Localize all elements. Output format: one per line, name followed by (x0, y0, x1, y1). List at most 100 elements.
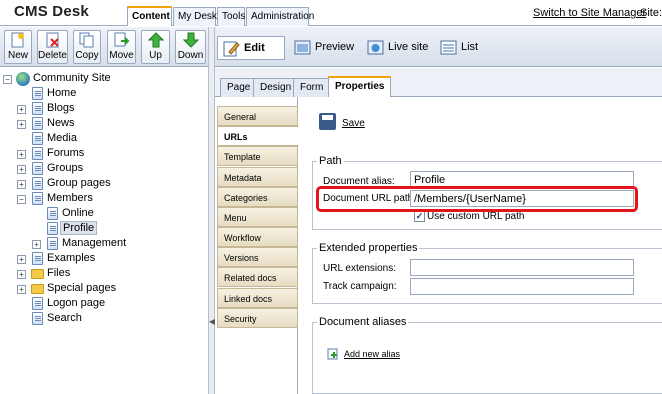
tab-my-desk[interactable]: My Desk (173, 7, 217, 26)
expand-icon[interactable]: + (17, 270, 26, 279)
save-icon (319, 113, 336, 130)
document-icon (47, 207, 58, 220)
tab-tools[interactable]: Tools (217, 7, 245, 26)
vtab-general[interactable]: General (217, 106, 298, 126)
down-button[interactable]: Down (175, 30, 206, 64)
expand-icon[interactable]: + (17, 105, 26, 114)
document-icon (32, 162, 43, 175)
tree-label: Forums (47, 147, 85, 159)
expand-icon[interactable]: + (17, 285, 26, 294)
tree-label: Management (62, 237, 127, 249)
vtab-metadata[interactable]: Metadata (217, 167, 298, 187)
live-site-icon (367, 39, 384, 56)
vtab-workflow[interactable]: Workflow (217, 227, 298, 247)
document-icon (32, 177, 43, 190)
vtab-menu[interactable]: Menu (217, 207, 298, 227)
vtab-security[interactable]: Security (217, 308, 298, 328)
globe-icon (16, 72, 30, 86)
arrow-up-icon (147, 32, 165, 49)
vtab-linked-docs[interactable]: Linked docs (217, 288, 298, 308)
mode-live-site-label: Live site (388, 41, 429, 53)
expand-icon[interactable]: + (17, 255, 26, 264)
delete-icon (44, 32, 62, 49)
tree-label-selected: Profile (60, 221, 98, 235)
tab-properties[interactable]: Properties (328, 76, 392, 97)
tab-page[interactable]: Page (220, 78, 258, 97)
expand-icon[interactable]: + (17, 120, 26, 129)
new-button[interactable]: New (4, 30, 32, 64)
document-icon (32, 252, 43, 265)
content-tree: − Community Site Home + Blogs + News Med… (0, 68, 208, 394)
header-bar: CMS Desk Content My Desk Tools Administr… (0, 0, 662, 26)
tree-label: Group pages (47, 177, 111, 189)
add-icon (327, 348, 339, 360)
mode-preview-label: Preview (315, 41, 355, 53)
folder-icon (31, 284, 44, 294)
pane-splitter[interactable] (208, 27, 215, 394)
down-button-label: Down (177, 50, 204, 61)
site-label: Site: (640, 7, 662, 19)
url-extensions-input[interactable] (410, 259, 634, 276)
tree-toolbar: New Delete Copy Move Up Down (0, 27, 208, 67)
mode-live-site-button[interactable]: Live site (362, 36, 432, 60)
edit-icon (223, 40, 240, 57)
collapse-icon[interactable]: − (3, 75, 12, 84)
arrow-down-icon (182, 32, 200, 49)
save-label: Save (342, 118, 365, 129)
document-icon (32, 147, 43, 160)
new-button-label: New (7, 50, 28, 61)
mode-list-button[interactable]: List (435, 36, 482, 60)
collapse-icon[interactable]: − (17, 195, 26, 204)
vtab-related-docs[interactable]: Related docs (217, 267, 298, 287)
vtab-categories[interactable]: Categories (217, 187, 298, 207)
delete-button[interactable]: Delete (37, 30, 68, 64)
document-icon (32, 297, 43, 310)
tab-content[interactable]: Content (127, 6, 172, 26)
tab-administration[interactable]: Administration (246, 7, 314, 26)
mode-preview-button[interactable]: Preview (289, 36, 358, 60)
expand-icon[interactable]: + (17, 150, 26, 159)
up-button-label: Up (149, 50, 162, 61)
move-button[interactable]: Move (107, 30, 136, 64)
save-button[interactable]: Save (319, 113, 379, 131)
tab-design[interactable]: Design (253, 78, 299, 97)
up-button[interactable]: Up (141, 30, 170, 64)
vtab-urls[interactable]: URLs (217, 126, 299, 146)
document-icon (32, 132, 43, 145)
list-icon (440, 39, 457, 56)
tree-label: Logon page (47, 297, 106, 309)
switch-to-site-manager-link[interactable]: Switch to Site Manager (533, 7, 646, 19)
tree-label: Home (47, 87, 77, 99)
tab-form[interactable]: Form (293, 78, 331, 97)
urls-content-panel: Save Path Document alias: Document URL p… (299, 97, 662, 394)
use-custom-url-path-label: Use custom URL path (427, 211, 525, 222)
vtab-template[interactable]: Template (217, 146, 298, 166)
copy-button[interactable]: Copy (73, 30, 101, 64)
preview-icon (294, 39, 311, 56)
edit-subtabs: Page Design Form Properties (215, 68, 662, 97)
move-button-label: Move (109, 50, 134, 61)
track-campaign-input[interactable] (410, 278, 634, 295)
expand-icon[interactable]: + (17, 165, 26, 174)
path-legend: Path (319, 155, 342, 167)
mode-edit-button[interactable]: Edit (217, 36, 285, 60)
expand-icon[interactable]: + (17, 180, 26, 189)
vtab-versions[interactable]: Versions (217, 247, 298, 267)
use-custom-url-path-checkbox[interactable]: ✓ (414, 211, 425, 222)
document-icon (32, 102, 43, 115)
mode-list-label: List (461, 41, 479, 53)
add-new-alias-label: Add new alias (344, 349, 401, 359)
document-icon (32, 117, 43, 130)
expand-icon[interactable]: + (32, 240, 41, 249)
view-mode-bar: Edit Preview Live site List (215, 27, 662, 67)
tree-label: Online (62, 207, 94, 219)
document-icon (32, 312, 43, 325)
document-icon (32, 87, 43, 100)
tree-label: Files (47, 267, 71, 279)
track-campaign-label: Track campaign: (323, 281, 397, 292)
add-new-alias-link[interactable]: Add new alias (327, 348, 407, 362)
mode-edit-label: Edit (244, 42, 265, 54)
tree-label: Blogs (47, 102, 75, 114)
tree-label: Examples (47, 252, 96, 264)
document-icon (47, 237, 58, 250)
